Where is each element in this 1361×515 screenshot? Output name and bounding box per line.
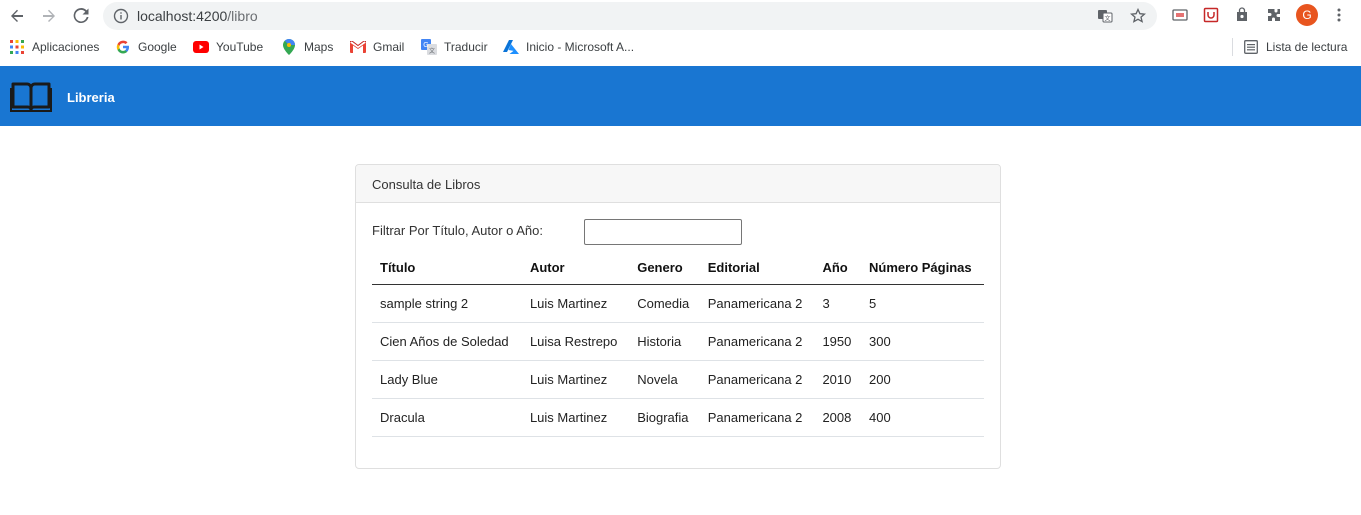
bookmark-azure[interactable]: Inicio - Microsoft A... <box>503 38 634 56</box>
cell-paginas: 300 <box>861 322 984 361</box>
bag-extension-icon[interactable] <box>1232 5 1252 25</box>
google-icon <box>115 39 131 55</box>
card-header: Consulta de Libros <box>356 165 1000 203</box>
cell-editorial: Panamericana 2 <box>699 398 815 437</box>
book-query-card: Consulta de Libros Filtrar Por Título, A… <box>355 164 1001 469</box>
app-header: Libreria <box>0 66 1361 126</box>
cell-editorial: Panamericana 2 <box>699 360 815 399</box>
filter-input[interactable] <box>584 219 742 245</box>
cell-genero: Historia <box>629 322 700 361</box>
app-title[interactable]: Libreria <box>67 90 115 105</box>
cast-extension-icon[interactable] <box>1170 5 1190 25</box>
bookmark-translate[interactable]: G文 Traducir <box>421 38 488 56</box>
cell-genero: Biografia <box>629 398 700 437</box>
cell-anio: 2008 <box>814 398 862 437</box>
youtube-icon <box>193 39 209 55</box>
cell-titulo: sample string 2 <box>372 284 522 323</box>
apps-grid-icon <box>9 39 25 55</box>
table-row: sample string 2 Luis Martinez Comedia Pa… <box>372 284 984 323</box>
maps-icon <box>281 39 297 55</box>
cell-genero: Novela <box>629 360 700 399</box>
site-info-icon[interactable] <box>113 8 129 24</box>
table-row: Lady Blue Luis Martinez Novela Panameric… <box>372 360 984 399</box>
filter-label: Filtrar Por Título, Autor o Año: <box>372 223 544 238</box>
table-row: Cien Años de Soledad Luisa Restrepo Hist… <box>372 322 984 361</box>
cell-titulo: Lady Blue <box>372 360 522 399</box>
browser-toolbar: localhost:4200/libro 文 G <box>0 0 1361 32</box>
cell-titulo: Cien Años de Soledad <box>372 322 522 361</box>
url-text: localhost:4200/libro <box>137 8 258 24</box>
gmail-icon <box>350 39 366 55</box>
column-header-titulo: Título <box>372 252 522 285</box>
table-header-row: Título Autor Genero Editorial Año Número… <box>372 252 984 285</box>
cell-autor: Luis Martinez <box>521 360 630 399</box>
reload-icon[interactable] <box>69 4 93 28</box>
cell-editorial: Panamericana 2 <box>699 284 815 323</box>
cell-paginas: 5 <box>861 284 984 323</box>
url-path: /libro <box>227 8 258 24</box>
cell-anio: 3 <box>814 284 862 323</box>
cell-anio: 1950 <box>814 322 862 361</box>
bookmark-youtube[interactable]: YouTube <box>193 38 263 56</box>
column-header-autor: Autor <box>521 252 630 285</box>
bookmark-label: Traducir <box>444 40 488 54</box>
cell-editorial: Panamericana 2 <box>699 322 815 361</box>
svg-text:文: 文 <box>429 47 435 55</box>
bookmark-maps[interactable]: Maps <box>281 38 333 56</box>
bookmark-label: Google <box>138 40 177 54</box>
open-book-icon <box>10 78 52 114</box>
cell-autor: Luis Martinez <box>521 284 630 323</box>
cell-autor: Luisa Restrepo <box>521 322 630 361</box>
bookmark-divider <box>1232 38 1233 56</box>
bookmark-apps[interactable]: Aplicaciones <box>9 38 99 56</box>
url-host: localhost:4200 <box>137 8 228 24</box>
azure-icon <box>503 39 519 55</box>
bookmark-label: Maps <box>304 40 334 54</box>
cell-autor: Luis Martinez <box>521 398 630 437</box>
avatar-letter: G <box>1302 8 1312 22</box>
books-table: Título Autor Genero Editorial Año Número… <box>372 252 984 437</box>
column-header-editorial: Editorial <box>699 252 815 285</box>
bookmark-label: Inicio - Microsoft A... <box>526 40 635 54</box>
address-bar[interactable]: localhost:4200/libro 文 <box>103 2 1157 30</box>
svg-text:G: G <box>423 42 428 49</box>
cell-genero: Comedia <box>629 284 700 323</box>
bookmark-star-icon[interactable] <box>1129 7 1147 25</box>
reading-list-icon <box>1243 39 1259 55</box>
column-header-paginas: Número Páginas <box>861 252 984 285</box>
table-row: Dracula Luis Martinez Biografia Panameri… <box>372 398 984 437</box>
column-header-genero: Genero <box>629 252 700 285</box>
forward-arrow-icon[interactable] <box>37 4 61 28</box>
cell-paginas: 400 <box>861 398 984 437</box>
cell-titulo: Dracula <box>372 398 522 437</box>
column-header-anio: Año <box>814 252 862 285</box>
cell-paginas: 200 <box>861 360 984 399</box>
bookmark-google[interactable]: Google <box>115 38 177 56</box>
more-menu-icon[interactable] <box>1329 5 1349 25</box>
bookmark-gmail[interactable]: Gmail <box>350 38 404 56</box>
bookmark-label: Gmail <box>373 40 405 54</box>
extensions-puzzle-icon[interactable] <box>1264 5 1284 25</box>
svg-text:文: 文 <box>1104 15 1110 23</box>
bookmark-label: Aplicaciones <box>32 40 100 54</box>
cell-anio: 2010 <box>814 360 862 399</box>
bookmark-label: YouTube <box>216 40 264 54</box>
back-arrow-icon[interactable] <box>5 4 29 28</box>
reading-list-label: Lista de lectura <box>1266 40 1348 54</box>
translate-page-icon[interactable]: 文 <box>1096 7 1114 25</box>
profile-avatar[interactable]: G <box>1296 4 1318 26</box>
reading-list[interactable]: Lista de lectura <box>1243 38 1347 56</box>
bookmarks-bar: Aplicaciones Google YouTube Maps Gmail G… <box>0 33 1361 61</box>
pocket-extension-icon[interactable] <box>1201 5 1221 25</box>
translate-icon: G文 <box>421 39 437 55</box>
